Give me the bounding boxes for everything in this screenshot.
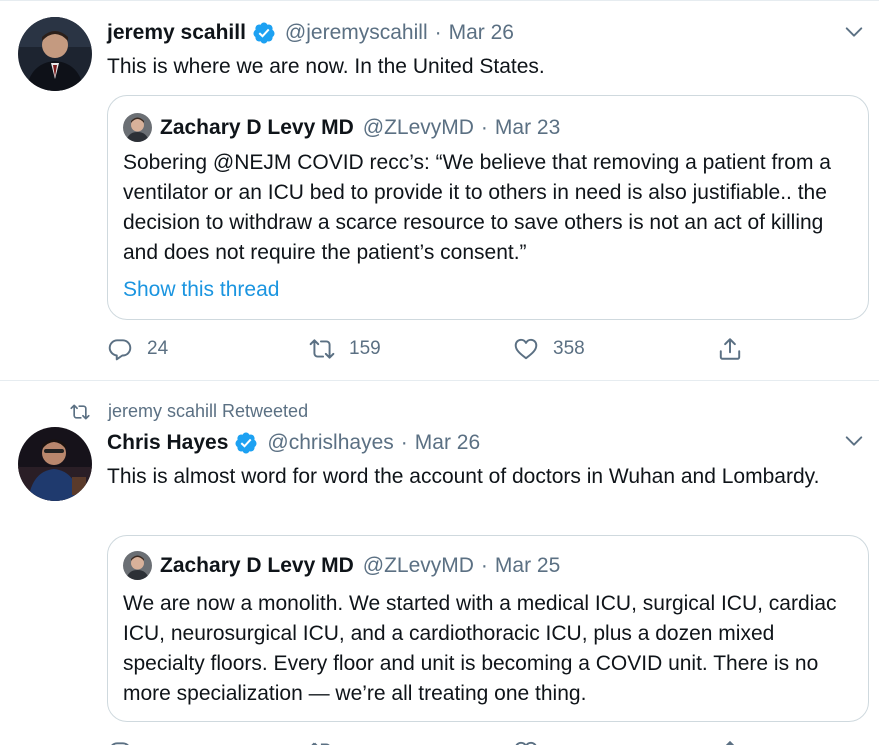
share-icon: [719, 338, 741, 360]
quoted-tweet-text: Sobering @NEJM COVID recc’s: “We believe…: [123, 151, 831, 264]
heart-icon: [514, 338, 538, 360]
tweet-text: This is almost word for word the account…: [107, 465, 820, 488]
author-name[interactable]: Chris Hayes: [107, 431, 228, 455]
avatar[interactable]: [18, 427, 92, 501]
tweet-header: Chris Hayes @chrislhayes · Mar 26: [107, 431, 480, 455]
separator-dot: ·: [480, 553, 488, 577]
heart-icon: [515, 741, 537, 745]
reply-button[interactable]: [107, 739, 147, 745]
share-icon: [725, 740, 735, 745]
tweet-date[interactable]: Mar 26: [449, 21, 514, 45]
reply-icon: [108, 339, 132, 361]
quoted-tweet[interactable]: Zachary D Levy MD @ZLevyMD · Mar 25 We a…: [107, 535, 869, 722]
quoted-tweet[interactable]: Zachary D Levy MD @ZLevyMD · Mar 23 Sobe…: [107, 95, 869, 320]
quoted-tweet-header: Zachary D Levy MD @ZLevyMD · Mar 25: [123, 551, 560, 580]
tweet-text: This is where we are now. In the United …: [107, 55, 545, 78]
author-handle[interactable]: @jeremyscahill: [285, 21, 428, 45]
retweeted-by-text[interactable]: jeremy scahill Retweeted: [108, 401, 308, 422]
retweet-icon: [70, 404, 90, 419]
separator-dot: ·: [434, 21, 442, 44]
tweet-actions: 24 159 358: [107, 336, 757, 366]
retweet-button[interactable]: 159: [309, 336, 381, 362]
tweet-date[interactable]: Mar 26: [415, 431, 480, 455]
separator-dot: ·: [480, 115, 488, 139]
share-button[interactable]: [717, 336, 757, 362]
author-handle[interactable]: @chrislhayes: [267, 431, 393, 455]
quoted-tweet-date: Mar 25: [494, 553, 561, 577]
like-button[interactable]: [513, 739, 553, 745]
retweet-icon: [311, 742, 330, 745]
quoted-author-avatar: [123, 113, 152, 142]
quoted-tweet-date: Mar 23: [494, 115, 561, 139]
quoted-author-avatar: [123, 551, 152, 580]
like-button[interactable]: 358: [513, 336, 585, 362]
share-button[interactable]: [717, 739, 757, 745]
tweet-chris-hayes[interactable]: jeremy scahill Retweeted Chris Hayes @ch…: [0, 381, 879, 745]
retweet-icon: [309, 339, 335, 359]
author-name[interactable]: jeremy scahill: [107, 21, 246, 45]
quoted-author-name: Zachary D Levy MD: [160, 115, 354, 139]
retweet-count: 159: [349, 338, 381, 359]
tweet-jeremy-scahill[interactable]: jeremy scahill @jeremyscahill · Mar 26 T…: [0, 0, 879, 380]
avatar[interactable]: [18, 17, 92, 91]
retweet-button[interactable]: [309, 739, 349, 745]
reply-icon: [111, 742, 129, 745]
verified-badge-icon: [235, 432, 257, 454]
tweet-header: jeremy scahill @jeremyscahill · Mar 26: [107, 21, 514, 45]
like-count: 358: [553, 338, 585, 359]
quoted-tweet-text: We are now a monolith. We started with a…: [123, 592, 837, 705]
separator-dot: ·: [400, 431, 408, 454]
chevron-down-icon[interactable]: [843, 430, 865, 452]
tweet-actions-partial: [107, 739, 757, 745]
chevron-down-icon[interactable]: [843, 21, 865, 43]
reply-button[interactable]: 24: [107, 336, 168, 362]
quoted-author-handle: @ZLevyMD: [362, 553, 474, 577]
retweeted-by-label: jeremy scahill Retweeted: [70, 401, 308, 422]
verified-badge-icon: [253, 22, 275, 44]
quoted-tweet-header: Zachary D Levy MD @ZLevyMD · Mar 23: [123, 113, 560, 142]
reply-count: 24: [147, 338, 169, 359]
quoted-author-name: Zachary D Levy MD: [160, 553, 354, 577]
show-thread-link[interactable]: Show this thread: [123, 278, 279, 302]
quoted-author-handle: @ZLevyMD: [362, 115, 474, 139]
